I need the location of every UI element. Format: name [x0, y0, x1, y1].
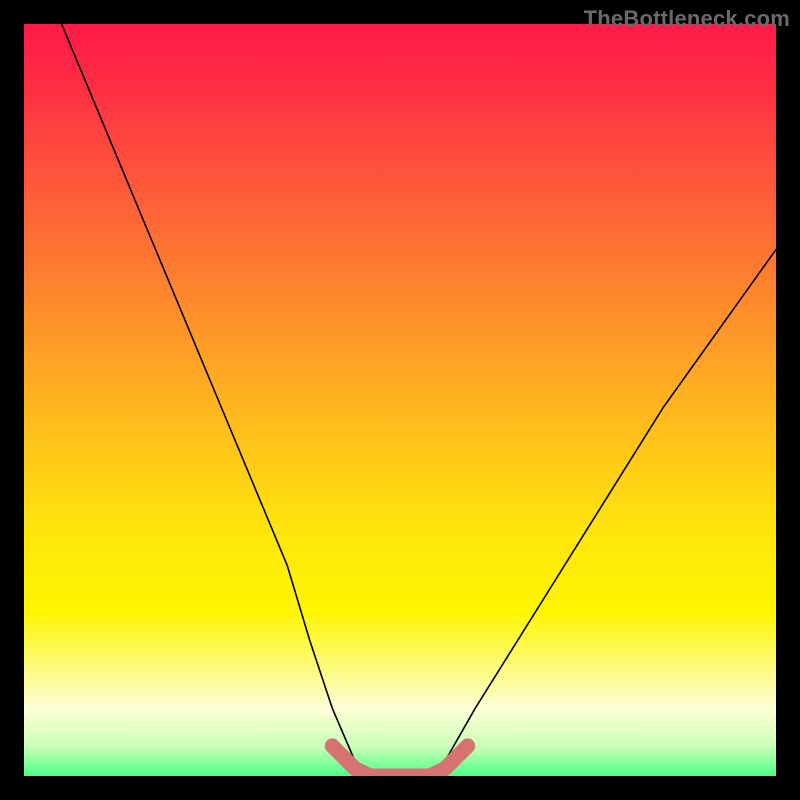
- plot-area: [24, 24, 776, 776]
- watermark-text: TheBottleneck.com: [584, 6, 790, 32]
- chart-container: TheBottleneck.com: [0, 0, 800, 800]
- minimum-band: [332, 746, 467, 776]
- curve-layer: [24, 24, 776, 776]
- bottleneck-curve: [62, 24, 776, 776]
